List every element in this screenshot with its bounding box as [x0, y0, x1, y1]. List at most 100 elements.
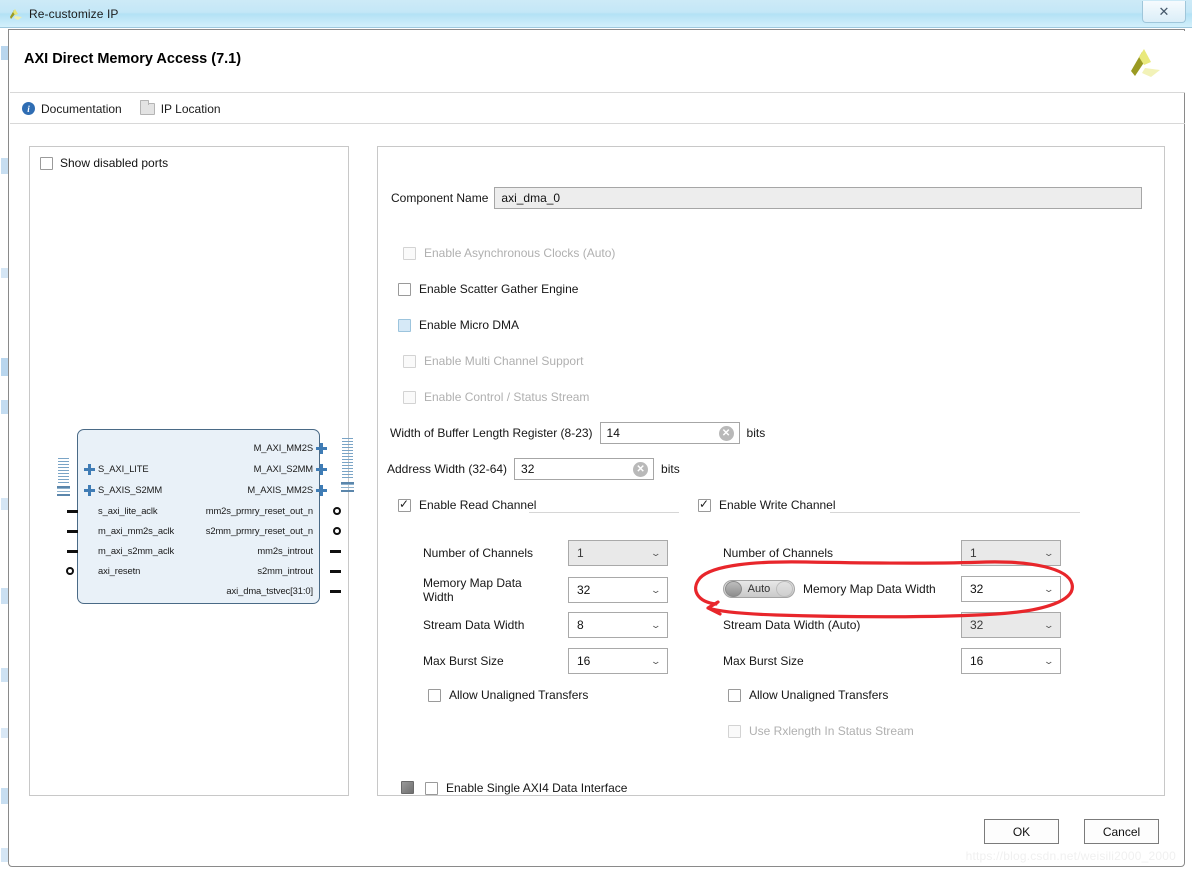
cancel-button[interactable]: Cancel — [1084, 819, 1159, 844]
write-stream-width-select: 32 ⌄ — [961, 612, 1061, 638]
enable-read-channel-row[interactable]: Enable Read Channel — [398, 497, 537, 512]
enable-control-status-label: Enable Control / Status Stream — [424, 390, 590, 404]
address-width-input[interactable]: 32 ✕ — [514, 458, 655, 480]
signal-connector-icon — [330, 570, 341, 573]
address-width-value: 32 — [521, 462, 535, 476]
chevron-down-icon: ⌄ — [1043, 655, 1055, 666]
read-max-burst-label: Max Burst Size — [423, 654, 504, 668]
read-channel-separator — [529, 512, 679, 513]
window-titlebar: Re-customize IP ✕ — [0, 0, 1192, 28]
buffer-length-value: 14 — [606, 426, 620, 440]
write-number-of-channels-row: Number of Channels 1 ⌄ — [723, 540, 1061, 566]
write-stream-width-label: Stream Data Width (Auto) — [723, 618, 861, 632]
enable-read-channel-label: Enable Read Channel — [419, 498, 537, 512]
dialog-toolbar: i Documentation IP Location — [10, 94, 1185, 124]
enable-micro-dma-checkbox[interactable] — [398, 318, 411, 332]
buffer-length-unit: bits — [746, 426, 766, 440]
write-allow-unaligned-checkbox[interactable] — [728, 688, 741, 702]
write-max-burst-value: 16 — [970, 654, 984, 668]
write-stream-width-row: Stream Data Width (Auto) 32 ⌄ — [723, 612, 1061, 638]
read-max-burst-select[interactable]: 16 ⌄ — [568, 648, 668, 674]
documentation-link[interactable]: i Documentation — [22, 102, 122, 116]
xilinx-logo-icon — [1123, 43, 1163, 83]
inverted-signal-connector-icon — [333, 507, 341, 515]
write-max-burst-row: Max Burst Size 16 ⌄ — [723, 648, 1061, 674]
port-mm2s-introut: mm2s_introut — [257, 545, 313, 556]
show-disabled-ports-checkbox[interactable] — [40, 156, 53, 170]
enable-single-axi4-label: Enable Single AXI4 Data Interface — [446, 781, 628, 795]
write-max-burst-label: Max Burst Size — [723, 654, 804, 668]
chevron-down-icon: ⌄ — [1043, 583, 1055, 594]
clear-x-icon[interactable]: ✕ — [633, 462, 649, 477]
write-memory-map-width-value: 32 — [970, 582, 984, 596]
ip-location-label: IP Location — [160, 101, 221, 116]
enable-single-axi4-row[interactable]: Enable Single AXI4 Data Interface — [425, 781, 627, 795]
enable-async-clocks-label: Enable Asynchronous Clocks (Auto) — [424, 246, 616, 260]
enable-single-axi4-checkbox[interactable] — [425, 781, 438, 795]
bus-connector-icon — [316, 443, 327, 454]
read-allow-unaligned-row[interactable]: Allow Unaligned Transfers — [428, 688, 588, 702]
enable-scatter-gather-checkbox[interactable] — [398, 282, 411, 296]
buffer-length-label: Width of Buffer Length Register (8-23) — [390, 426, 593, 440]
enable-multi-channel-label: Enable Multi Channel Support — [424, 354, 584, 368]
signal-connector-icon — [67, 550, 78, 553]
ip-symbol-panel: Show disabled ports M_AXI_MM2S M_AXI_S2M… — [29, 146, 354, 796]
mouse-cursor-artifact-icon — [401, 781, 414, 794]
read-stream-width-row: Stream Data Width 8 ⌄ — [423, 612, 668, 638]
signal-connector-icon — [330, 590, 341, 593]
enable-read-channel-checkbox[interactable] — [398, 497, 411, 512]
read-memory-map-width-select[interactable]: 32 ⌄ — [568, 577, 668, 603]
port-s-axi-lite: S_AXI_LITE — [98, 463, 149, 474]
address-width-unit: bits — [661, 462, 680, 476]
write-memory-map-width-row: Auto Memory Map Data Width 32 ⌄ — [723, 576, 1061, 602]
watermark-text: https://blog.csdn.net/weisili2000_2000 — [965, 849, 1176, 863]
auto-toggle-label: Auto — [747, 583, 771, 595]
read-memory-map-width-value: 32 — [577, 583, 591, 597]
component-name-input[interactable]: axi_dma_0 — [494, 187, 1143, 209]
read-max-burst-row: Max Burst Size 16 ⌄ — [423, 648, 668, 674]
use-rxlength-row: Use Rxlength In Status Stream — [728, 724, 914, 738]
configuration-panel: Component Name axi_dma_0 Enable Asynchro… — [377, 146, 1165, 796]
option-enable-micro-dma[interactable]: Enable Micro DMA — [398, 318, 519, 332]
option-enable-scatter-gather[interactable]: Enable Scatter Gather Engine — [398, 282, 578, 296]
inverted-signal-connector-icon — [66, 567, 74, 575]
show-disabled-ports-label: Show disabled ports — [60, 156, 169, 170]
window-title: Re-customize IP — [29, 6, 119, 21]
use-rxlength-checkbox — [728, 724, 741, 738]
ok-button[interactable]: OK — [984, 819, 1059, 844]
bus-connector-icon — [84, 464, 95, 475]
port-s2mm-prmry-reset-out-n: s2mm_prmry_reset_out_n — [205, 525, 313, 536]
show-disabled-ports-row[interactable]: Show disabled ports — [40, 156, 168, 170]
read-number-of-channels-label: Number of Channels — [423, 546, 534, 560]
write-allow-unaligned-row[interactable]: Allow Unaligned Transfers — [728, 688, 888, 702]
port-axi-dma-tstvec: axi_dma_tstvec[31:0] — [226, 585, 313, 596]
close-button[interactable]: ✕ — [1142, 1, 1186, 23]
read-memory-map-width-row: Memory Map Data Width 32 ⌄ — [423, 576, 668, 604]
enable-micro-dma-label: Enable Micro DMA — [419, 318, 520, 332]
chevron-down-icon: ⌄ — [1043, 619, 1055, 630]
enable-multi-channel-checkbox — [403, 354, 416, 368]
write-stream-width-value: 32 — [970, 618, 984, 632]
ip-location-link[interactable]: IP Location — [139, 99, 221, 116]
chevron-down-icon: ⌄ — [650, 584, 662, 595]
option-enable-multi-channel: Enable Multi Channel Support — [403, 354, 583, 368]
read-number-of-channels-select: 1 ⌄ — [568, 540, 668, 566]
buffer-length-input[interactable]: 14 ✕ — [599, 422, 740, 444]
read-stream-width-label: Stream Data Width — [423, 618, 525, 632]
write-memory-map-width-select[interactable]: 32 ⌄ — [961, 576, 1061, 602]
auto-toggle-switch[interactable]: Auto — [723, 580, 795, 598]
read-stream-width-select[interactable]: 8 ⌄ — [568, 612, 668, 638]
enable-write-channel-row[interactable]: Enable Write Channel — [698, 497, 836, 512]
port-m-axi-mm2s-aclk: m_axi_mm2s_aclk — [98, 525, 175, 536]
enable-write-channel-checkbox[interactable] — [698, 497, 711, 512]
read-number-of-channels-row: Number of Channels 1 ⌄ — [423, 540, 668, 566]
component-name-row: Component Name axi_dma_0 — [391, 187, 1143, 209]
inverted-signal-connector-icon — [333, 527, 341, 535]
clear-x-icon[interactable]: ✕ — [718, 426, 734, 441]
buffer-length-row: Width of Buffer Length Register (8-23) 1… — [390, 422, 765, 444]
write-max-burst-select[interactable]: 16 ⌄ — [961, 648, 1061, 674]
read-allow-unaligned-checkbox[interactable] — [428, 688, 441, 702]
read-max-burst-value: 16 — [577, 654, 591, 668]
ip-block-symbol: M_AXI_MM2S M_AXI_S2MM M_AXIS_MM2S S_AXI_… — [57, 429, 354, 604]
toggle-knob-right — [776, 581, 793, 597]
